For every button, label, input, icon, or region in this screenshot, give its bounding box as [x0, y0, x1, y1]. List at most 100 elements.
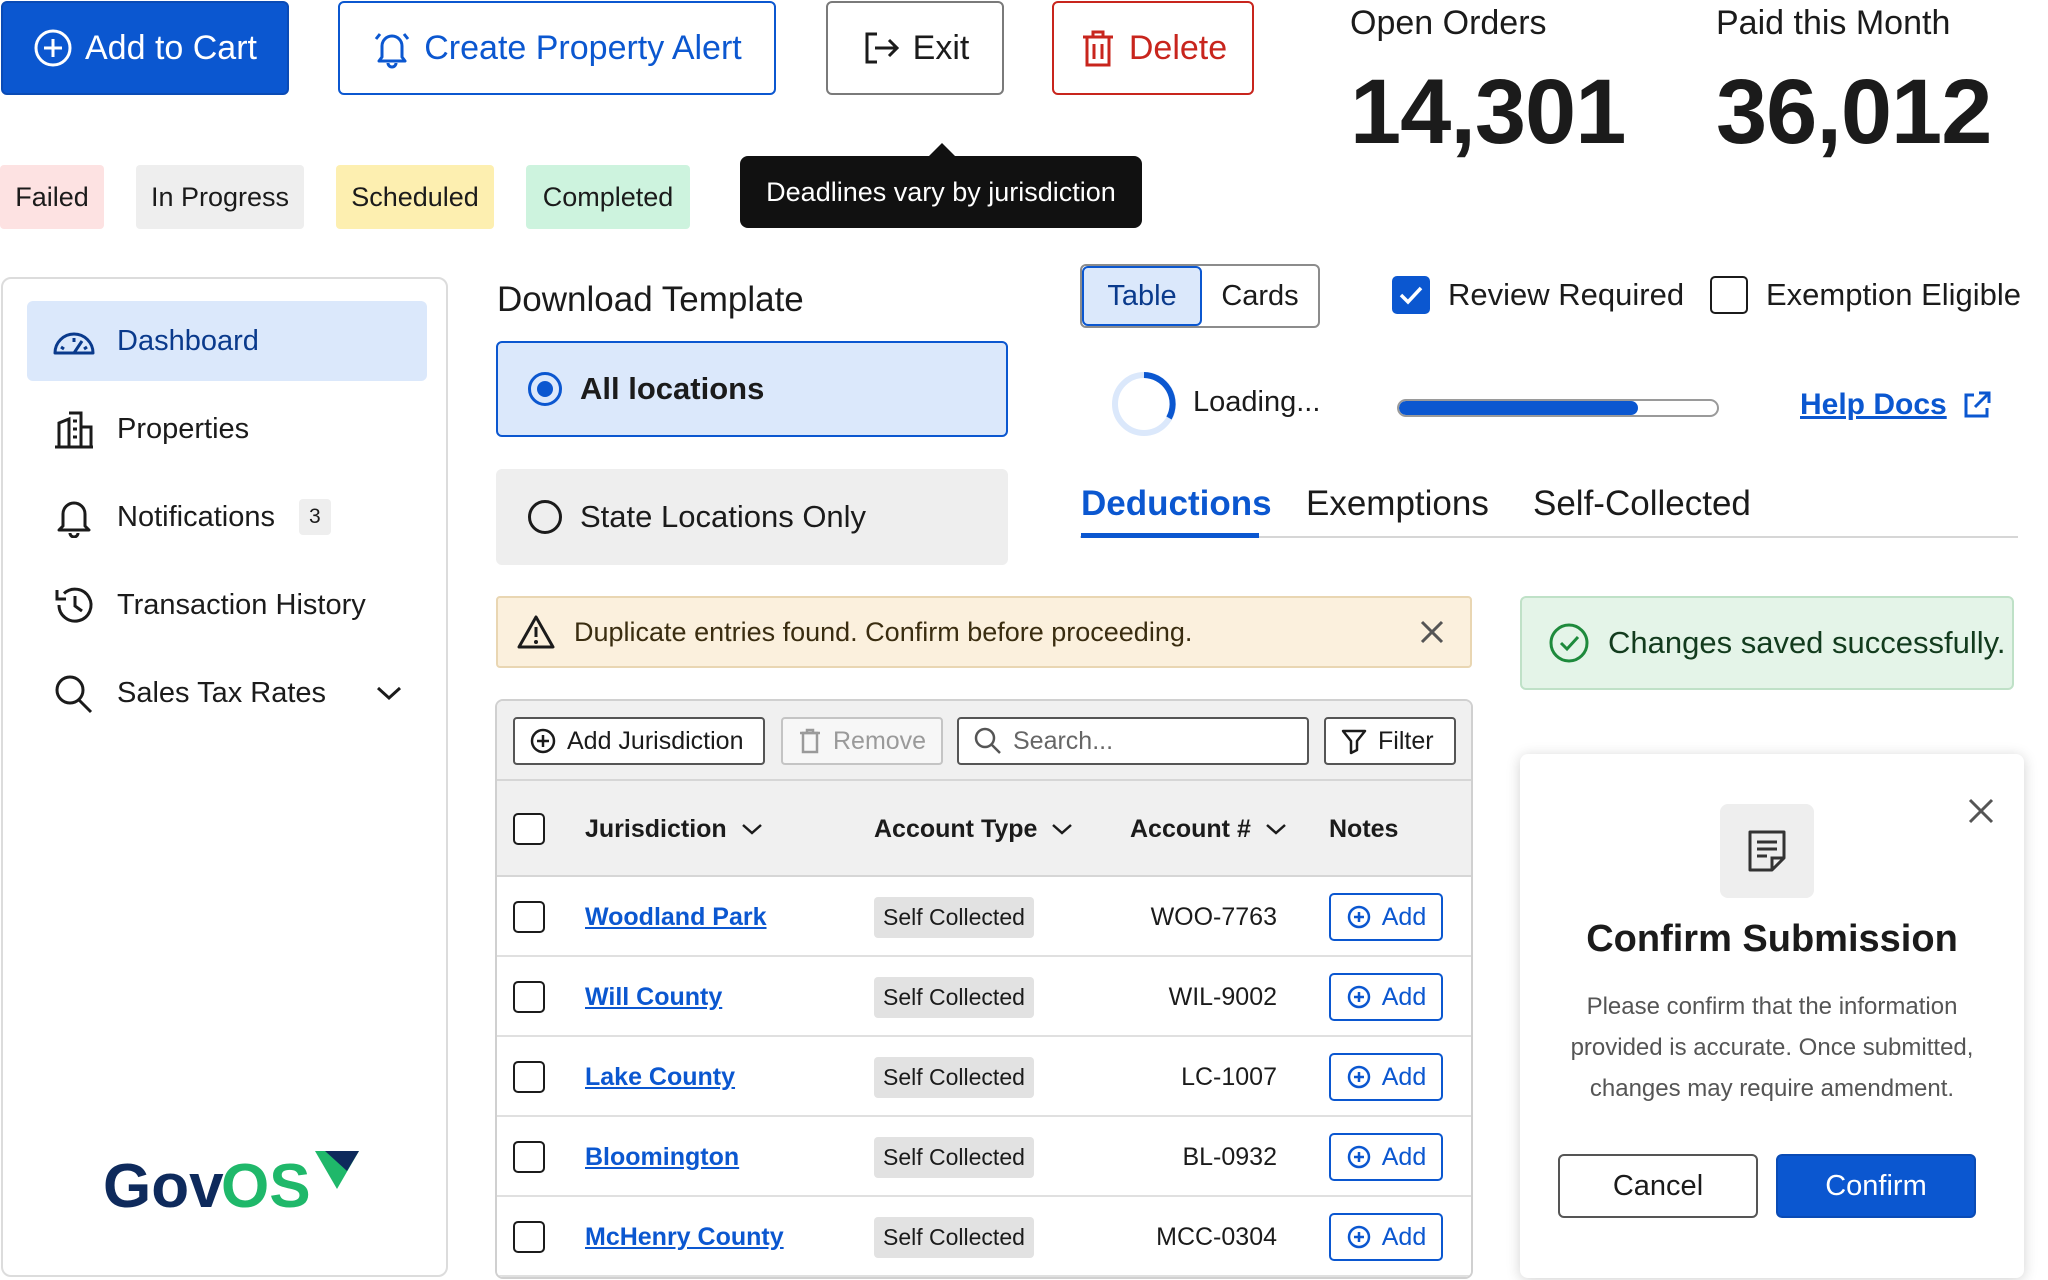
select-all-checkbox[interactable] [513, 781, 545, 877]
bell-icon [57, 501, 91, 538]
loading-label: Loading... [1193, 386, 1321, 418]
add-note-button[interactable]: Add [1329, 973, 1443, 1021]
tooltip: Deadlines vary by jurisdiction [740, 156, 1142, 228]
success-alert-text: Changes saved successfully. [1608, 625, 2006, 660]
account-number: WIL-9002 [1168, 982, 1277, 1011]
sidebar-item-properties[interactable]: Properties [27, 389, 427, 469]
sidebar-item-transaction-history[interactable]: Transaction History [27, 565, 427, 645]
search-icon [55, 675, 93, 714]
sidebar-item-label: Sales Tax Rates [117, 676, 327, 709]
account-type-chip: Self Collected [874, 1136, 1034, 1178]
jurisdiction-link[interactable]: McHenry County [585, 1223, 784, 1252]
open-orders-value: 14,301 [1350, 61, 1626, 163]
help-docs-link[interactable]: Help Docs [1800, 388, 1993, 422]
loading-spinner-icon [1110, 370, 1178, 438]
table-row: Woodland Park Self Collected WOO-7763 Add [497, 877, 1471, 957]
add-jurisdiction-button[interactable]: Add Jurisdiction [513, 717, 765, 765]
table-row: Bloomington Self Collected BL-0932 Add [497, 1117, 1471, 1197]
sidebar-item-sales-tax-rates[interactable]: Sales Tax Rates [27, 653, 427, 733]
filter-button[interactable]: Filter [1324, 717, 1456, 765]
add-note-button[interactable]: Add [1329, 1133, 1443, 1181]
account-number: MCC-0304 [1156, 1222, 1277, 1251]
exit-icon [865, 32, 899, 64]
delete-label: Delete [1128, 28, 1228, 67]
plus-circle-icon [1347, 1145, 1370, 1169]
trash-icon [800, 728, 820, 754]
jurisdiction-link[interactable]: Bloomington [585, 1143, 739, 1172]
add-note-button[interactable]: Add [1329, 893, 1443, 941]
view-toggle-table[interactable]: Table [1082, 266, 1202, 326]
sidebar-item-label: Notifications [117, 500, 275, 533]
add-note-button[interactable]: Add [1329, 1053, 1443, 1101]
add-note-label: Add [1381, 1062, 1427, 1091]
sidebar-item-dashboard[interactable]: Dashboard [27, 301, 427, 381]
view-toggle: Table Cards [1080, 264, 1320, 328]
jurisdiction-link[interactable]: Will County [585, 983, 722, 1012]
govos-logo: Gov OS [103, 1149, 373, 1219]
create-property-alert-button[interactable]: Create Property Alert [338, 1, 776, 95]
exit-button[interactable]: Exit [826, 1, 1004, 95]
radio-unselected-indicator [528, 500, 562, 534]
row-select-checkbox[interactable] [513, 1197, 545, 1277]
notification-count-badge: 3 [298, 499, 331, 535]
row-select-checkbox[interactable] [513, 1037, 545, 1117]
review-required-checkbox[interactable]: Review Required [1392, 276, 1684, 314]
exemption-eligible-checkbox[interactable]: Exemption Eligible [1710, 276, 2021, 314]
svg-text:OS: OS [221, 1152, 311, 1219]
external-link-icon [1964, 391, 1991, 418]
account-type-chip: Self Collected [874, 1056, 1034, 1098]
column-header-account-type[interactable]: Account Type [874, 781, 1073, 877]
radio-state-locations-only[interactable]: State Locations Only [496, 469, 1008, 565]
checkbox-label: Review Required [1448, 277, 1685, 312]
add-to-cart-button[interactable]: Add to Cart [1, 1, 289, 95]
add-note-label: Add [1381, 1222, 1427, 1251]
table-header: Jurisdiction Account Type Account # Note… [497, 781, 1471, 877]
checkbox-checked [1392, 276, 1430, 314]
modal-body: Please confirm that the information prov… [1570, 993, 1974, 1102]
tab-active-indicator [1081, 533, 1259, 538]
progress-bar [1397, 399, 1719, 417]
sidebar-item-label: Properties [117, 412, 250, 445]
radio-label: State Locations Only [580, 499, 867, 534]
status-tag-in-progress: In Progress [136, 165, 304, 229]
plus-circle-icon [1347, 905, 1370, 929]
open-orders-label: Open Orders [1350, 4, 1547, 42]
row-select-checkbox[interactable] [513, 957, 545, 1037]
close-icon[interactable] [1966, 796, 1996, 826]
search-input[interactable]: Search... [957, 717, 1309, 765]
jurisdiction-link[interactable]: Woodland Park [585, 903, 767, 932]
add-note-button[interactable]: Add [1329, 1213, 1443, 1261]
account-number: LC-1007 [1181, 1062, 1277, 1091]
confirm-button[interactable]: Confirm [1776, 1154, 1976, 1218]
chevron-down-icon[interactable] [375, 684, 403, 702]
warning-alert-text: Duplicate entries found. Confirm before … [574, 616, 1193, 647]
view-toggle-cards[interactable]: Cards [1202, 266, 1318, 326]
close-icon[interactable] [1418, 618, 1446, 646]
radio-all-locations[interactable]: All locations [496, 341, 1008, 437]
sort-chevron-icon [1266, 824, 1286, 835]
row-select-checkbox[interactable] [513, 877, 545, 957]
tooltip-arrow [928, 143, 956, 157]
column-header-jurisdiction[interactable]: Jurisdiction [585, 781, 763, 877]
paid-this-month-value: 36,012 [1716, 61, 1992, 163]
add-note-label: Add [1381, 982, 1427, 1011]
account-type-chip: Self Collected [874, 896, 1034, 938]
tab-self-collected[interactable]: Self-Collected [1533, 484, 1751, 524]
add-to-cart-label: Add to Cart [85, 28, 257, 67]
table-row: McHenry County Self Collected MCC-0304 Add [497, 1197, 1471, 1277]
delete-button[interactable]: Delete [1052, 1, 1254, 95]
plus-circle-icon [1347, 985, 1370, 1009]
table-toolbar: Add Jurisdiction Remove Search... Filter [497, 701, 1471, 781]
sidebar-item-notifications[interactable]: Notifications 3 [27, 477, 427, 557]
row-select-checkbox[interactable] [513, 1117, 545, 1197]
modal-title: Confirm Submission [1586, 918, 1958, 960]
account-number: BL-0932 [1182, 1142, 1277, 1171]
table-row: Lake County Self Collected LC-1007 Add [497, 1037, 1471, 1117]
remove-button[interactable]: Remove [781, 717, 943, 765]
exit-label: Exit [912, 28, 970, 67]
cancel-button[interactable]: Cancel [1558, 1154, 1758, 1218]
jurisdiction-link[interactable]: Lake County [585, 1063, 735, 1092]
column-header-account-number[interactable]: Account # [1130, 781, 1287, 877]
tab-exemptions[interactable]: Exemptions [1306, 484, 1489, 524]
tab-deductions[interactable]: Deductions [1081, 484, 1272, 524]
